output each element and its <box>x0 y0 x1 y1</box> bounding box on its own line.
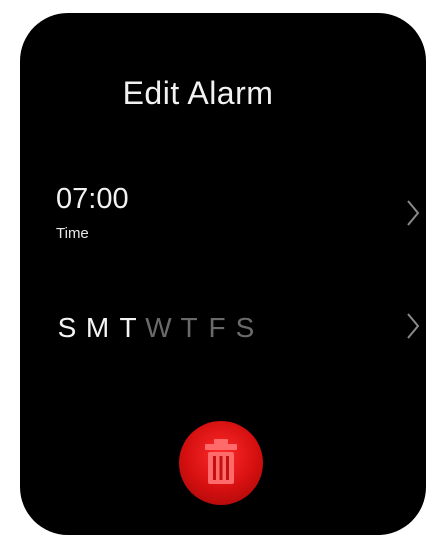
page-title: Edit Alarm <box>122 75 274 111</box>
day-friday: F <box>208 312 226 343</box>
chevron-right-icon <box>407 200 420 226</box>
day-tuesday: T <box>119 312 137 343</box>
trash-icon <box>205 439 237 484</box>
day-monday: M <box>85 312 110 343</box>
day-wednesday: W <box>145 312 172 343</box>
alarm-time-value: 07:00 <box>56 183 129 215</box>
delete-alarm-button[interactable] <box>179 421 263 505</box>
day-saturday: S <box>235 312 255 343</box>
time-row[interactable]: 07:00 Time <box>20 173 426 253</box>
weekday-list: S M T W T F S <box>53 312 259 344</box>
alarm-time-label: Time <box>56 225 89 242</box>
repeat-days-row[interactable]: S M T W T F S <box>20 298 426 368</box>
chevron-right-icon <box>407 313 420 339</box>
watch-screen: Edit Alarm 07:00 Time S M T W T F S <box>20 13 426 535</box>
day-thursday: T <box>180 312 198 343</box>
day-sunday: S <box>57 312 77 343</box>
